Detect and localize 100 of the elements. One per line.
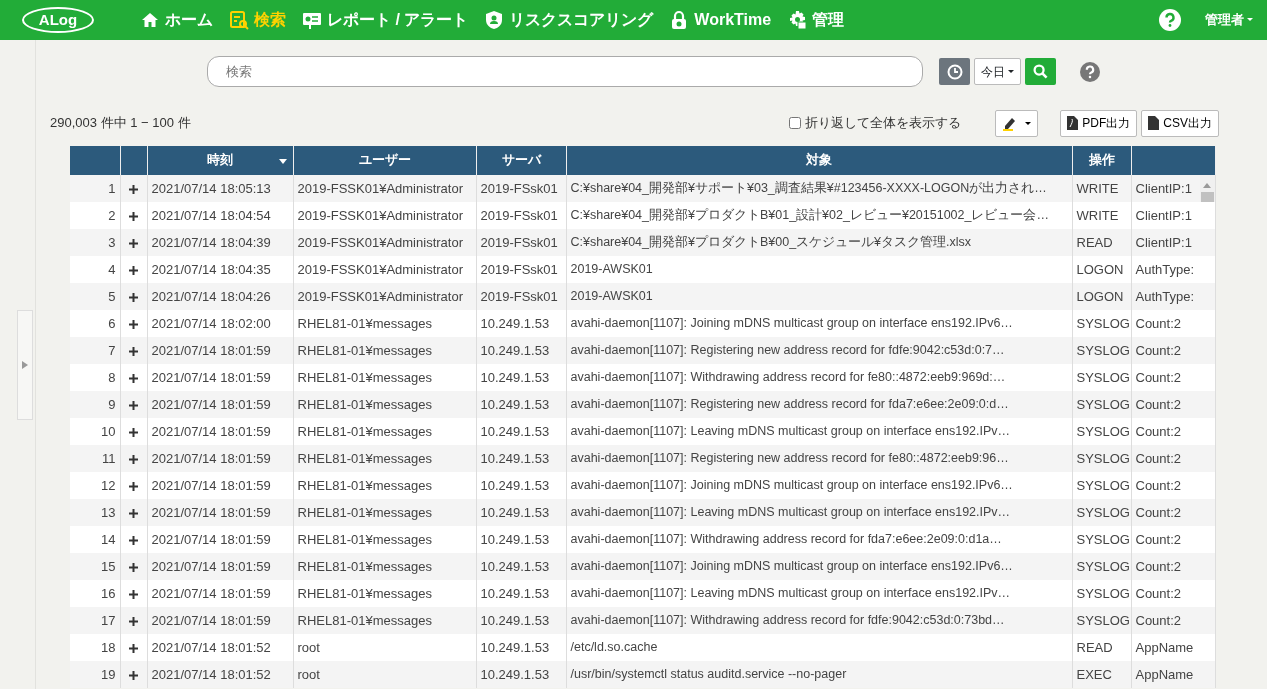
clock-icon <box>946 63 963 80</box>
operation-cell: WRITE <box>1076 180 1119 196</box>
target-cell: avahi-daemon[1107]: Joining mDNS multicast group on interface ens192.IPv6… <box>570 478 1013 493</box>
expand-plus-icon[interactable] <box>129 616 138 626</box>
detail-cell: Count:2 <box>1135 477 1182 493</box>
user-cell: RHEL81-01¥messages <box>297 450 432 466</box>
server-cell: 10.249.1.53 <box>480 315 550 331</box>
detail-cell: ClientIP:1 <box>1135 234 1192 250</box>
highlight-dropdown[interactable] <box>995 109 1039 137</box>
expand-plus-icon[interactable] <box>129 643 138 653</box>
expand-plus-icon[interactable] <box>129 670 138 680</box>
search-button[interactable] <box>1025 58 1057 85</box>
user-cell: RHEL81-01¥messages <box>297 585 432 601</box>
expand-plus-icon[interactable] <box>129 589 138 599</box>
user-cell: RHEL81-01¥messages <box>297 342 432 358</box>
detail-cell: AuthType: <box>1135 261 1195 277</box>
row-number: 4 <box>108 261 116 277</box>
operation-cell: SYSLOG <box>1076 342 1130 358</box>
server-cell: 2019-FSsk01 <box>480 207 558 223</box>
export-button[interactable]: PDF出力 <box>1060 109 1138 137</box>
help-icon[interactable] <box>1158 9 1181 31</box>
export-button[interactable]: CSV出力 <box>1141 109 1219 137</box>
target-cell: avahi-daemon[1107]: Registering new address record for fda7:e6ee:2e09:0:d… <box>570 397 1009 412</box>
expand-plus-icon[interactable] <box>129 508 138 518</box>
expand-plus-icon[interactable] <box>129 373 138 383</box>
server-cell: 10.249.1.53 <box>480 477 550 493</box>
operation-cell: SYSLOG <box>1076 558 1130 574</box>
user-cell: 2019-FSSK01¥Administrator <box>297 288 463 304</box>
sidebar-toggle[interactable] <box>17 309 33 420</box>
operation-cell: EXEC <box>1076 666 1112 682</box>
row-number: 18 <box>101 639 116 655</box>
expand-plus-icon[interactable] <box>129 481 138 491</box>
user-cell: 2019-FSSK01¥Administrator <box>297 261 463 277</box>
server-cell: 10.249.1.53 <box>480 612 550 628</box>
detail-cell: AppName <box>1135 666 1194 682</box>
expand-plus-icon[interactable] <box>129 292 138 302</box>
column-header[interactable]: 対象 <box>806 153 832 168</box>
row-number: 3 <box>108 234 116 250</box>
operation-cell: SYSLOG <box>1076 477 1130 493</box>
detail-cell: ClientIP:1 <box>1135 180 1192 196</box>
column-header[interactable]: 時刻 <box>207 153 233 168</box>
column-header[interactable]: ユーザー <box>358 153 411 168</box>
row-number: 12 <box>101 477 116 493</box>
shield-icon <box>484 10 505 30</box>
expand-plus-icon[interactable] <box>129 535 138 545</box>
time-cell: 2021/07/14 18:01:59 <box>151 450 271 466</box>
detail-cell: Count:2 <box>1135 504 1182 520</box>
user-cell: RHEL81-01¥messages <box>297 369 432 385</box>
user-cell: 2019-FSSK01¥Administrator <box>297 234 463 250</box>
target-cell: C:¥share¥04_開発部¥プロダクトB¥01_設計¥02_レビュー¥20151002_レビュー会… <box>570 208 1049 223</box>
search-document-icon <box>229 10 249 30</box>
time-cell: 2021/07/14 18:01:52 <box>151 639 271 655</box>
help-icon[interactable] <box>1080 61 1101 82</box>
target-cell: avahi-daemon[1107]: Withdrawing address record for fda7:e6ee:2e09:0:d1a… <box>570 532 1002 547</box>
row-number: 1 <box>108 180 116 196</box>
target-cell: 2019-AWSK01 <box>570 262 653 277</box>
expand-plus-icon[interactable] <box>129 238 138 248</box>
expand-plus-icon[interactable] <box>129 319 138 329</box>
server-cell: 10.249.1.53 <box>480 342 550 358</box>
expand-plus-icon[interactable] <box>129 427 138 437</box>
sort-caret-icon[interactable] <box>278 159 287 164</box>
server-cell: 10.249.1.53 <box>480 639 550 655</box>
time-cell: 2021/07/14 18:04:35 <box>151 261 271 277</box>
server-cell: 10.249.1.53 <box>480 396 550 412</box>
user-cell: RHEL81-01¥messages <box>297 612 432 628</box>
expand-plus-icon[interactable] <box>129 562 138 572</box>
target-cell: avahi-daemon[1107]: Joining mDNS multicast group on interface ens192.IPv6… <box>570 316 1013 331</box>
time-button[interactable] <box>939 58 970 85</box>
detail-cell: Count:2 <box>1135 396 1182 412</box>
expand-plus-icon[interactable] <box>129 346 138 356</box>
server-cell: 10.249.1.53 <box>480 423 550 439</box>
target-cell: avahi-daemon[1107]: Withdrawing address record for fdfe:9042:c53d:0:73bd… <box>570 613 1005 628</box>
period-dropdown[interactable]: 今日 <box>974 58 1022 85</box>
target-cell: avahi-daemon[1107]: Withdrawing address record for fe80::4872:eeb9:969d:… <box>570 370 1006 385</box>
server-cell: 10.249.1.53 <box>480 369 550 385</box>
target-cell: avahi-daemon[1107]: Registering new address record for fe80::4872:eeb9:96… <box>570 451 1009 466</box>
operation-cell: WRITE <box>1076 207 1119 223</box>
target-cell: avahi-daemon[1107]: Leaving mDNS multicast group on interface ens192.IPv… <box>570 424 1011 439</box>
row-number: 2 <box>108 207 116 223</box>
server-cell: 10.249.1.53 <box>480 666 550 682</box>
time-cell: 2021/07/14 18:01:59 <box>151 558 271 574</box>
time-cell: 2021/07/14 18:01:59 <box>151 396 271 412</box>
operation-cell: SYSLOG <box>1076 585 1130 601</box>
expand-plus-icon[interactable] <box>129 454 138 464</box>
expand-plus-icon[interactable] <box>129 184 138 194</box>
expand-plus-icon[interactable] <box>129 211 138 221</box>
detail-cell: Count:2 <box>1135 369 1182 385</box>
detail-cell: Count:2 <box>1135 585 1182 601</box>
user-cell: RHEL81-01¥messages <box>297 315 432 331</box>
gear-icon <box>787 10 808 30</box>
server-cell: 10.249.1.53 <box>480 450 550 466</box>
expand-plus-icon[interactable] <box>129 265 138 275</box>
server-cell: 10.249.1.53 <box>480 504 550 520</box>
report-icon <box>302 10 322 30</box>
expand-plus-icon[interactable] <box>129 400 138 410</box>
time-cell: 2021/07/14 18:01:59 <box>151 477 271 493</box>
user-cell: RHEL81-01¥messages <box>297 531 432 547</box>
search-field[interactable]: 検索 <box>207 56 923 87</box>
detail-cell: AuthType: <box>1135 288 1195 304</box>
wrap-checkbox[interactable] <box>789 117 802 129</box>
